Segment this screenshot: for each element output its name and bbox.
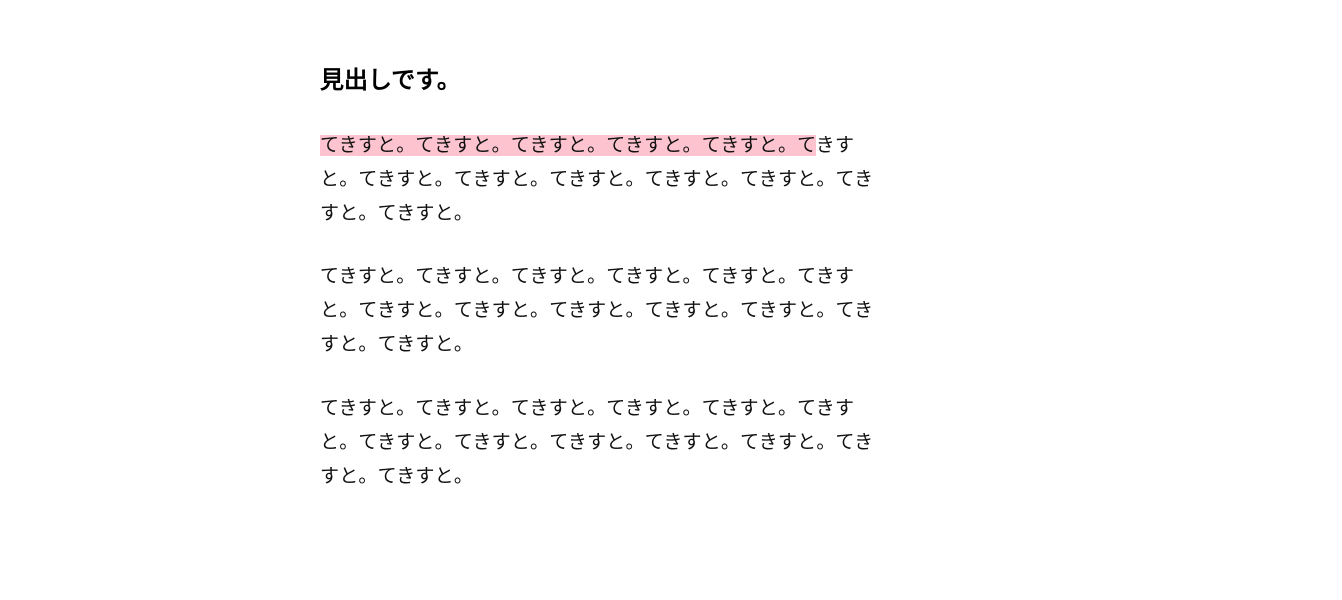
paragraph-1: てきすと。てきすと。てきすと。てきすと。てきすと。てきすと。てきすと。てきすと。… <box>320 129 890 230</box>
paragraph-2: てきすと。てきすと。てきすと。てきすと。てきすと。てきすと。てきすと。てきすと。… <box>320 260 890 361</box>
heading: 見出しです。 <box>320 60 890 95</box>
document-content: 見出しです。 てきすと。てきすと。てきすと。てきすと。てきすと。てきすと。てきす… <box>320 60 890 493</box>
paragraph-3: てきすと。てきすと。てきすと。てきすと。てきすと。てきすと。てきすと。てきすと。… <box>320 392 890 493</box>
paragraph-1-highlighted: てきすと。てきすと。てきすと。てきすと。てきすと。て <box>320 135 816 156</box>
